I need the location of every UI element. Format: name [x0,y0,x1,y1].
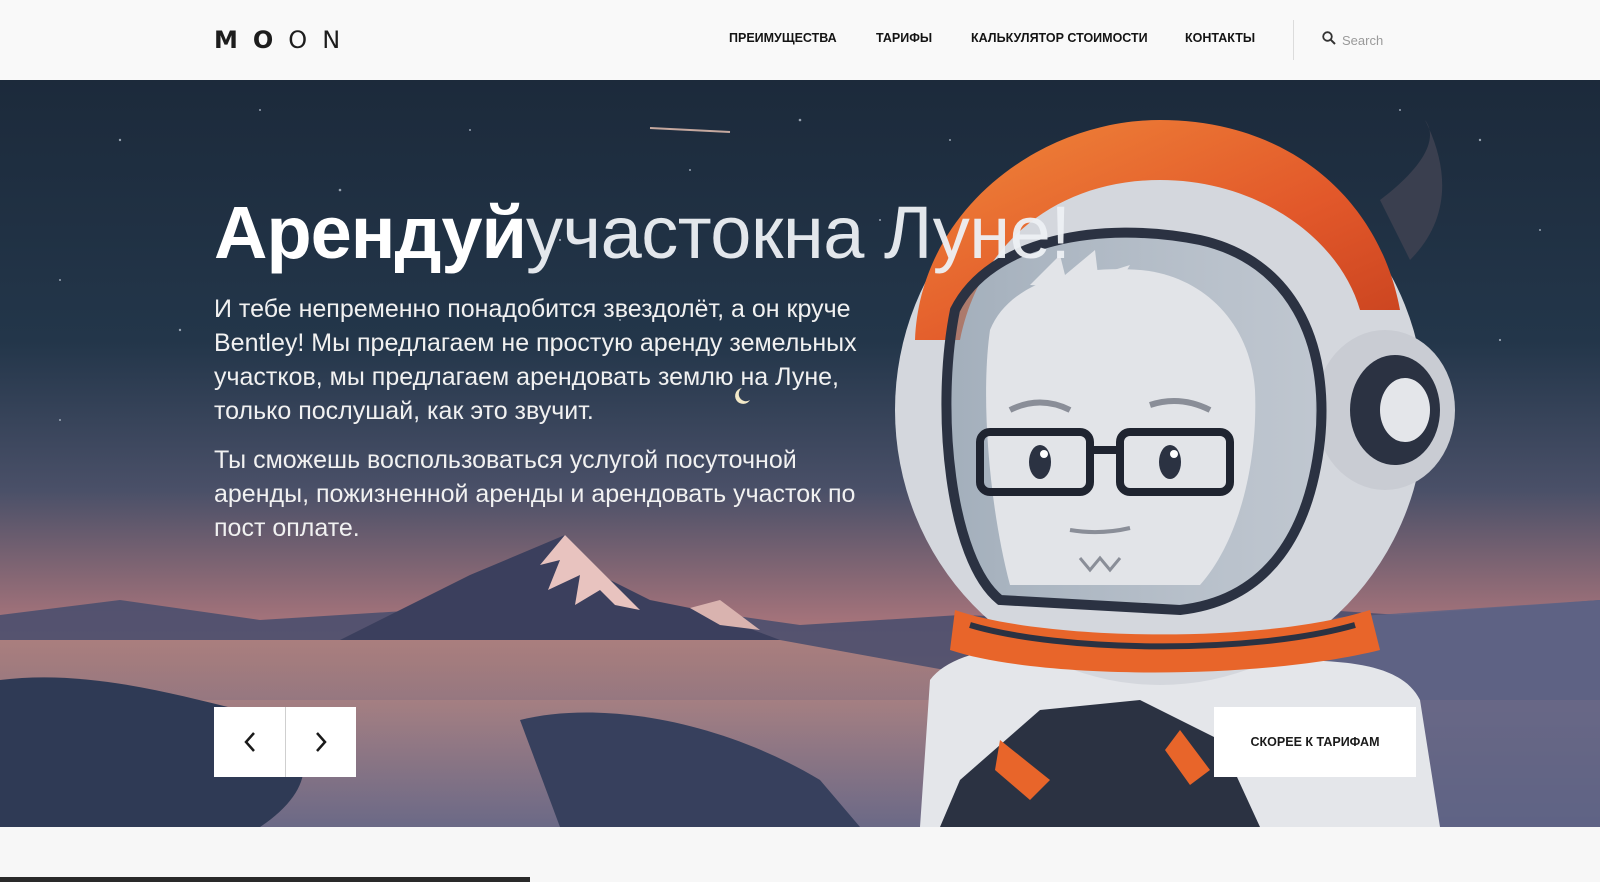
hero-banner: Арендуйучастокна Луне! И тебе непременно… [0,80,1600,827]
search-icon[interactable] [1322,31,1336,45]
chevron-right-icon [316,732,327,752]
slider-prev-button[interactable] [214,707,285,777]
scroll-progress-bar [0,877,530,882]
hero-title-light: участокна Луне! [526,191,1071,274]
logo[interactable]: MOON [214,26,355,54]
nav-item-calculator[interactable]: КАЛЬКУЛЯТОР СТОИМОСТИ [971,31,1148,45]
nav-item-tariffs[interactable]: ТАРИФЫ [876,31,932,45]
hero-paragraph-2: Ты сможешь воспользоваться услугой посут… [214,446,856,542]
hero-paragraph-1: И тебе непременно понадобится звездолёт,… [214,295,857,425]
slider-nav [214,707,357,779]
slider-next-button[interactable] [285,707,356,777]
logo-part-bold: MO [214,26,289,54]
cta-tariffs-button[interactable]: СКОРЕЕ К ТАРИФАМ [1214,707,1416,777]
hero-title: Арендуйучастокна Луне! [214,196,1071,270]
site-header: MOON ПРЕИМУЩЕСТВА ТАРИФЫ КАЛЬКУЛЯТОР СТО… [0,0,1600,80]
search-input[interactable] [1342,29,1432,51]
nav-item-advantages[interactable]: ПРЕИМУЩЕСТВА [729,31,837,45]
nav-divider [1293,20,1294,60]
logo-part-thin: ON [288,26,356,54]
nav-item-contacts[interactable]: КОНТАКТЫ [1185,31,1255,45]
hero-title-bold: Арендуй [214,191,527,274]
chevron-left-icon [243,732,255,752]
search-box[interactable] [1320,29,1432,51]
